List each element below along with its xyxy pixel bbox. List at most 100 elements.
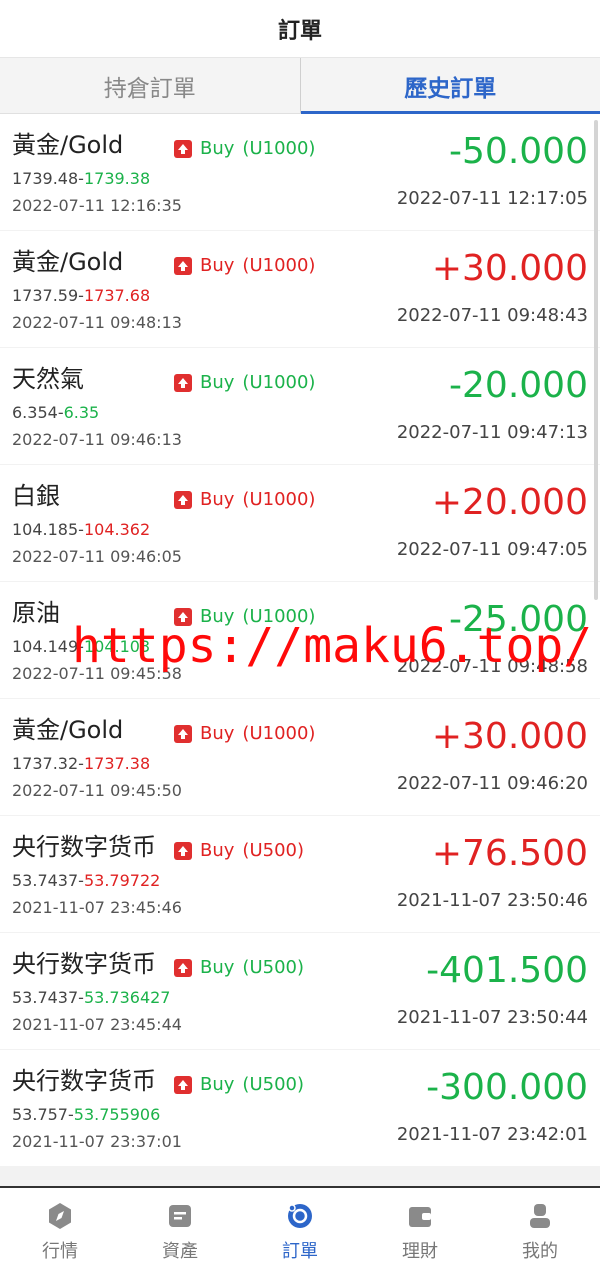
open-time: 2021-11-07 23:45:44 <box>12 1015 182 1034</box>
order-amount: (U500) <box>242 1074 304 1095</box>
direction-label: Buy <box>200 1074 235 1095</box>
nav-label: 理財 <box>402 1241 438 1262</box>
tab-order-history[interactable]: 歷史訂單 <box>300 58 600 114</box>
instrument-name: 央行数字货币 <box>12 1067 156 1095</box>
order-info: 天然氣 6.354-6.35 2022-07-11 09:46:13 <box>12 362 182 452</box>
profit-loss-value: +30.000 <box>431 716 588 757</box>
profit-loss-value: +76.500 <box>431 833 588 874</box>
profit-loss-value: -20.000 <box>449 365 588 406</box>
order-row[interactable]: 央行数字货币 53.757-53.755906 2021-11-07 23:37:0… <box>0 1050 600 1166</box>
instrument-name: 天然氣 <box>12 365 84 393</box>
arrow-up-icon <box>174 373 192 392</box>
arrow-up-icon <box>174 139 192 158</box>
profit-loss-value: +30.000 <box>431 248 588 289</box>
user-icon <box>530 1204 550 1228</box>
open-time: 2022-07-11 12:16:35 <box>12 196 182 215</box>
order-amount: (U1000) <box>242 723 316 744</box>
direction-label: Buy <box>200 957 235 978</box>
order-row[interactable]: 黃金/Gold 1737.32-1737.38 2022-07-11 09:45:5… <box>0 699 600 815</box>
price-range: 1739.48-1739.38 <box>12 169 151 188</box>
nav-item-market[interactable]: 行情 <box>0 1188 120 1276</box>
open-time: 2021-11-07 23:45:46 <box>12 898 182 917</box>
order-info: 央行数字货币 53.7437-53.79722 2021-11-07 23:45:4… <box>12 830 182 920</box>
price-range: 104.185-104.362 <box>12 520 151 539</box>
direction-label: Buy <box>200 372 235 393</box>
direction-label: Buy <box>200 723 235 744</box>
bottom-nav: 行情 資產 訂單 理財 我的 <box>0 1186 600 1276</box>
nav-item-profile[interactable]: 我的 <box>480 1188 600 1276</box>
order-row[interactable]: 黃金/Gold 1737.59-1737.68 2022-07-11 09:48:1… <box>0 231 600 347</box>
direction-badge: Buy (U500) <box>174 1074 304 1095</box>
close-price: 1739.38 <box>83 169 151 188</box>
nav-item-orders[interactable]: 訂單 <box>240 1188 360 1276</box>
direction-badge: Buy (U1000) <box>174 255 315 276</box>
price-range: 6.354-6.35 <box>12 403 100 422</box>
close-time: 2022-07-11 09:47:05 <box>396 539 588 560</box>
close-time: 2022-07-11 09:46:20 <box>396 773 588 794</box>
orders-icon <box>288 1204 312 1228</box>
direction-badge: Buy (U1000) <box>174 489 315 510</box>
close-price: 53.736427 <box>83 988 171 1007</box>
direction-badge: Buy (U500) <box>174 840 304 861</box>
order-row[interactable]: 央行数字货币 53.7437-53.736427 2021-11-07 23:45:… <box>0 933 600 1049</box>
close-time: 2022-07-11 09:47:13 <box>396 422 588 443</box>
close-time: 2022-07-11 12:17:05 <box>396 188 588 209</box>
price-range: 53.7437-53.79722 <box>12 871 161 890</box>
tab-open-positions[interactable]: 持倉訂單 <box>0 58 301 113</box>
close-price: 53.79722 <box>83 871 161 890</box>
open-time: 2022-07-11 09:45:50 <box>12 781 182 800</box>
order-amount: (U500) <box>242 957 304 978</box>
direction-label: Buy <box>200 138 235 159</box>
close-time: 2021-11-07 23:50:44 <box>396 1007 588 1028</box>
top-bar: 訂單 <box>0 0 600 58</box>
page-title: 訂單 <box>277 18 322 44</box>
compass-icon <box>49 1203 71 1229</box>
open-time: 2022-07-11 09:46:05 <box>12 547 182 566</box>
direction-badge: Buy (U1000) <box>174 372 315 393</box>
order-amount: (U1000) <box>242 372 316 393</box>
open-time: 2021-11-07 23:37:01 <box>12 1132 182 1151</box>
order-amount: (U1000) <box>242 489 316 510</box>
order-tabs: 持倉訂單 歷史訂單 <box>0 58 600 114</box>
order-info: 黃金/Gold 1739.48-1739.38 2022-07-11 12:16:3… <box>12 128 182 218</box>
order-info: 央行数字货币 53.7437-53.736427 2021-11-07 23:45:… <box>12 947 182 1037</box>
profit-loss-value: -50.000 <box>449 131 588 172</box>
direction-label: Buy <box>200 489 235 510</box>
open-price: 1737.59 <box>12 286 79 305</box>
arrow-up-icon <box>174 958 192 977</box>
instrument-name: 白銀 <box>12 482 60 510</box>
open-time: 2022-07-11 09:46:13 <box>12 430 182 449</box>
profit-loss-value: -300.000 <box>426 1067 588 1108</box>
price-range: 53.757-53.755906 <box>12 1105 161 1124</box>
close-price: 1737.68 <box>83 286 151 305</box>
order-row[interactable]: 央行数字货币 53.7437-53.79722 2021-11-07 23:45:4… <box>0 816 600 932</box>
open-time: 2022-07-11 09:48:13 <box>12 313 182 332</box>
close-time: 2022-07-11 09:48:43 <box>396 305 588 326</box>
order-row[interactable]: 白銀 104.185-104.362 2022-07-11 09:46:05 Buy (… <box>0 465 600 581</box>
nav-item-assets[interactable]: 資產 <box>120 1188 240 1276</box>
instrument-name: 央行数字货币 <box>12 950 156 978</box>
nav-label: 我的 <box>522 1241 558 1262</box>
profit-loss-value: +20.000 <box>431 482 588 523</box>
list-scrollbar[interactable] <box>594 120 598 600</box>
watermark-url: https://maku6.top/ <box>72 618 593 674</box>
direction-label: Buy <box>200 255 235 276</box>
instrument-name: 黃金/Gold <box>12 248 124 276</box>
open-price: 1739.48 <box>12 169 79 188</box>
order-amount: (U1000) <box>242 138 316 159</box>
open-price: 104.149 <box>12 637 79 656</box>
price-range: 1737.32-1737.38 <box>12 754 151 773</box>
order-info: 白銀 104.185-104.362 2022-07-11 09:46:05 <box>12 479 182 569</box>
close-price: 1737.38 <box>83 754 151 773</box>
close-price: 104.362 <box>83 520 151 539</box>
direction-badge: Buy (U500) <box>174 957 304 978</box>
order-row[interactable]: 天然氣 6.354-6.35 2022-07-11 09:46:13 Buy (U100… <box>0 348 600 464</box>
order-row[interactable]: 黃金/Gold 1739.48-1739.38 2022-07-11 12:16:3… <box>0 114 600 230</box>
close-price: 6.35 <box>63 403 100 422</box>
arrow-up-icon <box>174 724 192 743</box>
arrow-up-icon <box>174 1075 192 1094</box>
close-time: 2021-11-07 23:50:46 <box>396 890 588 911</box>
instrument-name: 央行数字货币 <box>12 833 156 861</box>
price-range: 1737.59-1737.68 <box>12 286 151 305</box>
nav-item-finance[interactable]: 理財 <box>360 1188 480 1276</box>
